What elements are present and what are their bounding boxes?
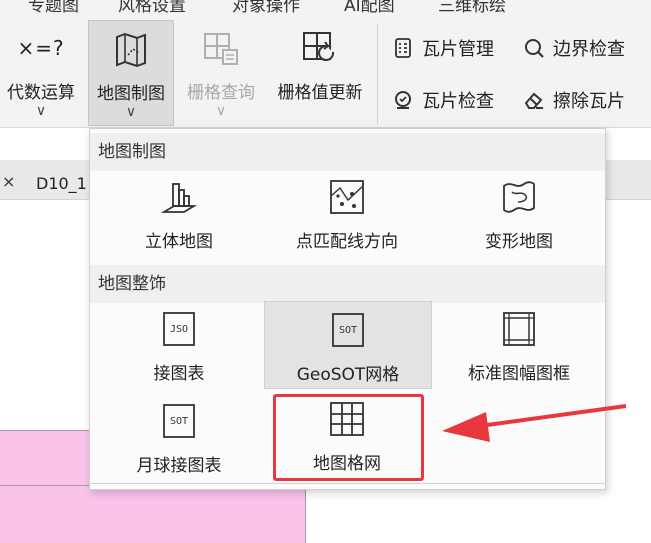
ribbon: 专题图 风格设置 对象操作 AI配图 三维标绘 ×=? 代数运算 ∨ 地图制图 … (0, 0, 651, 128)
section-header-map-decoration: 地图整饰 (90, 265, 605, 303)
3d-map-label: 立体地图 (145, 232, 213, 252)
geosot-grid-icon: SOT (328, 310, 368, 350)
raster-update-icon (298, 26, 342, 70)
tile-manage-label: 瓦片管理 (422, 39, 494, 60)
raster-update-label: 栅格值更新 (277, 83, 363, 103)
erase-tile-icon (523, 89, 545, 111)
chevron-down-icon: ∨ (35, 103, 47, 119)
moon-index-item[interactable]: SOT 月球接图表 (120, 401, 238, 485)
tile-check-label: 瓦片检查 (422, 91, 494, 112)
erase-tile-button[interactable]: 擦除瓦片 (523, 87, 625, 113)
standard-frame-icon (499, 309, 539, 349)
geosot-grid-label: GeoSOT网格 (296, 365, 400, 385)
algebra-button[interactable]: ×=? 代数运算 ∨ (0, 20, 82, 126)
sot-glyph: SOT (170, 416, 188, 427)
3d-map-item[interactable]: 立体地图 (120, 177, 238, 261)
boundary-check-icon (523, 37, 545, 59)
json-glyph: JSO (170, 324, 188, 335)
ribbon-separator (377, 24, 378, 124)
highlight-box (273, 394, 424, 481)
map-drawing-label: 地图制图 (97, 84, 165, 104)
deformed-map-icon (499, 177, 539, 217)
point-line-direction-icon (327, 177, 367, 217)
ribbon-tab-strip: 专题图 风格设置 对象操作 AI配图 三维标绘 (0, 0, 651, 16)
raster-query-label: 栅格查询 (187, 83, 255, 103)
boundary-check-label: 边界检查 (553, 39, 625, 60)
section-header-map-drawing: 地图制图 (90, 133, 605, 171)
map-drawing-button[interactable]: 地图制图 ∨ (88, 20, 174, 126)
standard-frame-label: 标准图幅图框 (468, 364, 570, 384)
map-polygon (0, 485, 306, 543)
raster-update-button[interactable]: 栅格值更新 (268, 20, 372, 126)
standard-frame-item[interactable]: 标准图幅图框 (450, 309, 588, 393)
map-drawing-icon (109, 27, 153, 71)
chevron-down-icon: ∨ (125, 104, 137, 120)
moon-index-label: 月球接图表 (136, 456, 222, 476)
deformed-map-label: 变形地图 (485, 232, 553, 252)
algebra-icon: ×=? (17, 26, 65, 70)
annotation-arrow-icon (442, 404, 627, 442)
index-map-item[interactable]: JSO 接图表 (120, 309, 238, 393)
tile-manage-icon (392, 37, 414, 59)
3d-map-icon (159, 177, 199, 217)
tab-3d-plotting[interactable]: 三维标绘 (438, 0, 506, 16)
tile-manage-button[interactable]: 瓦片管理 (392, 35, 494, 61)
moon-index-icon: SOT (159, 401, 199, 441)
erase-tile-label: 擦除瓦片 (553, 91, 625, 112)
tab-thematic-map[interactable]: 专题图 (28, 0, 79, 16)
point-line-direction-label: 点匹配线方向 (296, 232, 398, 252)
chevron-down-icon: ∨ (215, 103, 227, 119)
json-index-icon: JSO (159, 309, 199, 349)
raster-query-icon (199, 26, 243, 70)
dropdown-footer (90, 483, 605, 489)
document-tab[interactable]: D10_1 (36, 174, 87, 193)
sot-glyph: SOT (339, 325, 357, 336)
tile-check-icon (392, 89, 414, 111)
boundary-check-button[interactable]: 边界检查 (523, 35, 625, 61)
raster-query-button[interactable]: 栅格查询 ∨ (178, 20, 264, 126)
close-icon[interactable]: × (2, 172, 15, 191)
tab-object-operations[interactable]: 对象操作 (232, 0, 300, 16)
algebra-glyph: ×=? (17, 36, 65, 60)
tile-check-button[interactable]: 瓦片检查 (392, 87, 494, 113)
algebra-label: 代数运算 (7, 83, 75, 103)
deformed-map-item[interactable]: 变形地图 (464, 177, 574, 261)
tab-style-settings[interactable]: 风格设置 (118, 0, 186, 16)
geosot-grid-item[interactable]: SOT GeoSOT网格 (264, 301, 432, 389)
point-line-direction-item[interactable]: 点匹配线方向 (280, 177, 414, 261)
index-map-label: 接图表 (153, 364, 205, 384)
tab-ai-mapping[interactable]: AI配图 (344, 0, 395, 16)
